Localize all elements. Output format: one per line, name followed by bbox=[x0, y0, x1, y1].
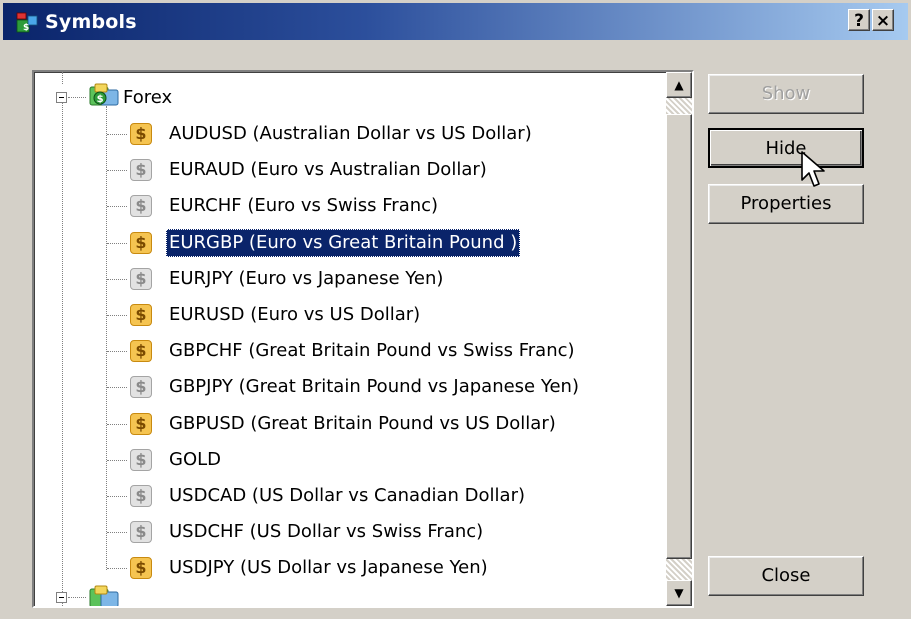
tree-connector bbox=[107, 279, 127, 280]
tree-item[interactable]: $ GBPJPY (Great Britain Pound vs Japanese… bbox=[34, 369, 664, 405]
scrollbar-thumb[interactable] bbox=[666, 114, 692, 559]
tree-item-label: AUDUSD (Australian Dollar vs US Dollar) bbox=[169, 123, 532, 144]
scroll-up-arrow-icon[interactable]: ▲ bbox=[666, 72, 692, 98]
tree-connector bbox=[107, 496, 127, 497]
tree-connector bbox=[107, 387, 127, 388]
dollar-icon: $ bbox=[130, 123, 152, 145]
dollar-icon: $ bbox=[130, 268, 152, 290]
dollar-icon: $ bbox=[130, 521, 152, 543]
tree-item-label: EURJPY (Euro vs Japanese Yen) bbox=[169, 268, 444, 289]
collapse-toggle-icon[interactable] bbox=[56, 592, 67, 603]
dollar-icon: $ bbox=[130, 159, 152, 181]
tree-item[interactable]: $ USDCHF (US Dollar vs Swiss Franc) bbox=[34, 514, 664, 550]
mouse-cursor-icon bbox=[801, 151, 825, 187]
scroll-down-arrow-icon[interactable]: ▼ bbox=[666, 580, 692, 606]
tree-connector bbox=[107, 243, 127, 244]
tree-connector bbox=[107, 206, 127, 207]
tree-item-label: EURUSD (Euro vs US Dollar) bbox=[169, 304, 421, 325]
tree-item-label: EURGBP (Euro vs Great Britain Pound ) bbox=[166, 229, 521, 257]
tree-item[interactable]: $ USDJPY (US Dollar vs Japanese Yen) bbox=[34, 550, 664, 586]
hide-button[interactable]: Hide bbox=[708, 128, 864, 168]
tree-item-label: EURAUD (Euro vs Australian Dollar) bbox=[169, 159, 487, 180]
dollar-icon: $ bbox=[130, 304, 152, 326]
window-title: Symbols bbox=[45, 11, 137, 33]
folder-icon: $ bbox=[89, 83, 119, 106]
tree-connector bbox=[107, 424, 127, 425]
tree-group-forex[interactable]: $ Forex bbox=[34, 80, 664, 116]
tree-item-label: GBPCHF (Great Britain Pound vs Swiss Fra… bbox=[169, 340, 575, 361]
properties-button[interactable]: Properties bbox=[708, 184, 864, 224]
dollar-icon: $ bbox=[130, 232, 152, 254]
tree-item[interactable]: $ EURAUD (Euro vs Australian Dollar) bbox=[34, 152, 664, 188]
tree-item-label: GOLD bbox=[169, 449, 222, 470]
tree-item-label: EURCHF (Euro vs Swiss Franc) bbox=[169, 195, 439, 216]
window-close-button[interactable]: × bbox=[872, 9, 894, 31]
tree-item-label: USDCHF (US Dollar vs Swiss Franc) bbox=[169, 521, 484, 542]
symbols-app-icon: $ bbox=[16, 12, 38, 33]
tree-connector bbox=[107, 170, 127, 171]
tree-item-label: USDJPY (US Dollar vs Japanese Yen) bbox=[169, 557, 488, 578]
dollar-icon: $ bbox=[130, 485, 152, 507]
tree-connector bbox=[68, 97, 86, 98]
folder-icon bbox=[89, 585, 119, 606]
svg-text:$: $ bbox=[97, 94, 104, 105]
tree-connector bbox=[107, 460, 127, 461]
dollar-icon: $ bbox=[130, 195, 152, 217]
vertical-scrollbar[interactable]: ▲ ▼ bbox=[666, 72, 692, 606]
tree-item-label: GBPUSD (Great Britain Pound vs US Dollar… bbox=[169, 413, 556, 434]
tree-item[interactable]: $ EURUSD (Euro vs US Dollar) bbox=[34, 297, 664, 333]
collapse-toggle-icon[interactable] bbox=[56, 92, 67, 103]
tree-item[interactable]: $ AUDUSD (Australian Dollar vs US Dollar) bbox=[34, 116, 664, 152]
tree-item[interactable]: $ EURCHF (Euro vs Swiss Franc) bbox=[34, 188, 664, 224]
tree-connector bbox=[107, 532, 127, 533]
tree-item-label: GBPJPY (Great Britain Pound vs Japanese … bbox=[169, 376, 579, 397]
tree-item[interactable]: $ GBPUSD (Great Britain Pound vs US Dolla… bbox=[34, 406, 664, 442]
symbols-tree[interactable]: $ Forex $ AUDUSD (Australian Dollar vs US… bbox=[32, 70, 694, 608]
dollar-icon: $ bbox=[130, 413, 152, 435]
svg-text:$: $ bbox=[23, 23, 29, 33]
tree-item-label: USDCAD (US Dollar vs Canadian Dollar) bbox=[169, 485, 526, 506]
tree-item[interactable]: $ USDCAD (US Dollar vs Canadian Dollar) bbox=[34, 478, 664, 514]
tree-item[interactable]: $ GBPCHF (Great Britain Pound vs Swiss Fr… bbox=[34, 333, 664, 369]
dollar-icon: $ bbox=[130, 340, 152, 362]
title-bar[interactable]: $ Symbols ? × bbox=[3, 3, 908, 40]
close-button[interactable]: Close bbox=[708, 556, 864, 596]
tree-content: $ Forex $ AUDUSD (Australian Dollar vs US… bbox=[34, 72, 666, 606]
tree-connector bbox=[68, 597, 86, 598]
tree-connector bbox=[107, 351, 127, 352]
tree-group-label: Forex bbox=[123, 87, 173, 108]
help-button[interactable]: ? bbox=[848, 9, 870, 31]
tree-connector bbox=[107, 315, 127, 316]
symbols-dialog: $ Symbols ? × $ Forex $ AUDUSD (Australi… bbox=[0, 0, 911, 619]
dollar-icon: $ bbox=[130, 376, 152, 398]
tree-item[interactable]: $ GOLD bbox=[34, 442, 664, 478]
dollar-icon: $ bbox=[130, 449, 152, 471]
tree-item[interactable]: $ EURGBP (Euro vs Great Britain Pound ) bbox=[34, 225, 664, 261]
tree-connector bbox=[107, 134, 127, 135]
tree-connector bbox=[107, 568, 127, 569]
tree-item[interactable]: $ EURJPY (Euro vs Japanese Yen) bbox=[34, 261, 664, 297]
show-button[interactable]: Show bbox=[708, 74, 864, 114]
dollar-icon: $ bbox=[130, 557, 152, 579]
